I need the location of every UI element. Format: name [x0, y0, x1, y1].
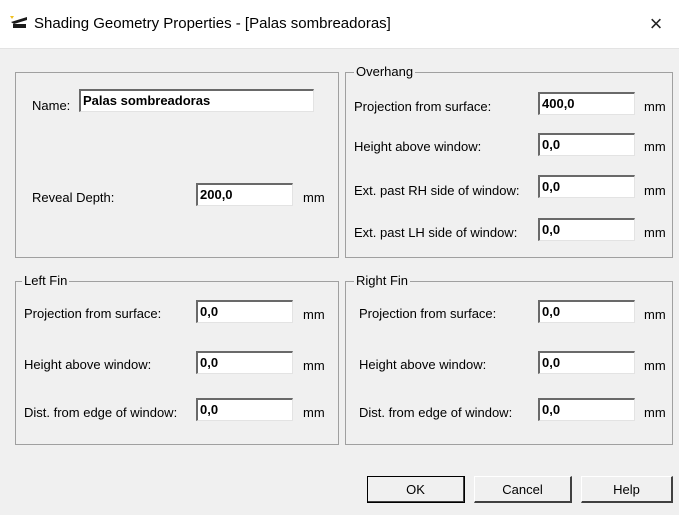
- reveal-depth-unit: mm: [303, 190, 325, 205]
- left-fin-dist-field[interactable]: 0,0: [196, 398, 293, 421]
- left-fin-projection-unit: mm: [303, 307, 325, 322]
- right-fin-projection-label: Projection from surface:: [359, 306, 497, 321]
- overhang-height-label: Height above window:: [354, 139, 482, 154]
- close-icon: ×: [649, 11, 663, 36]
- left-fin-projection-label: Projection from surface:: [24, 306, 162, 321]
- close-button[interactable]: ×: [636, 8, 676, 40]
- left-fin-legend: Left Fin: [22, 273, 70, 289]
- title-bar[interactable]: Shading Geometry Properties - [Palas som…: [0, 0, 679, 49]
- overhang-ext-rh-unit: mm: [644, 183, 666, 198]
- overhang-ext-rh-label: Ext. past RH side of window:: [354, 183, 520, 198]
- shading-app-icon: [10, 16, 28, 30]
- reveal-depth-label: Reveal Depth:: [32, 190, 115, 205]
- left-fin-dist-unit: mm: [303, 405, 325, 420]
- right-fin-height-unit: mm: [644, 358, 666, 373]
- right-fin-projection-unit: mm: [644, 307, 666, 322]
- overhang-projection-field[interactable]: 400,0: [538, 92, 635, 115]
- overhang-legend: Overhang: [354, 64, 416, 80]
- ok-button[interactable]: OK: [367, 476, 465, 503]
- overhang-ext-rh-field[interactable]: 0,0: [538, 175, 635, 198]
- overhang-projection-label: Projection from surface:: [354, 99, 492, 114]
- overhang-group: Overhang Projection from surface: 400,0 …: [345, 64, 673, 258]
- overhang-ext-lh-unit: mm: [644, 225, 666, 240]
- right-fin-height-field[interactable]: 0,0: [538, 351, 635, 374]
- right-fin-dist-label: Dist. from edge of window:: [359, 405, 513, 420]
- cancel-button[interactable]: Cancel: [474, 476, 572, 503]
- right-fin-group: Right Fin Projection from surface: 0,0 m…: [345, 273, 673, 445]
- help-button[interactable]: Help: [581, 476, 673, 503]
- name-field[interactable]: Palas sombreadoras: [79, 89, 314, 112]
- left-fin-projection-field[interactable]: 0,0: [196, 300, 293, 323]
- right-fin-height-label: Height above window:: [359, 357, 487, 372]
- left-fin-dist-label: Dist. from edge of window:: [24, 405, 178, 420]
- reveal-depth-field[interactable]: 200,0: [196, 183, 293, 206]
- cancel-button-label: Cancel: [502, 481, 543, 497]
- overhang-projection-unit: mm: [644, 99, 666, 114]
- right-fin-projection-field[interactable]: 0,0: [538, 300, 635, 323]
- overhang-ext-lh-label: Ext. past LH side of window:: [354, 225, 518, 240]
- window-title: Shading Geometry Properties - [Palas som…: [34, 15, 391, 32]
- left-fin-group: Left Fin Projection from surface: 0,0 mm…: [15, 273, 339, 445]
- left-fin-height-field[interactable]: 0,0: [196, 351, 293, 374]
- overhang-height-field[interactable]: 0,0: [538, 133, 635, 156]
- overhang-ext-lh-field[interactable]: 0,0: [538, 218, 635, 241]
- ok-button-label: OK: [406, 481, 425, 497]
- left-fin-height-label: Height above window:: [24, 357, 152, 372]
- help-button-label: Help: [613, 481, 640, 497]
- name-label: Name:: [32, 98, 71, 113]
- right-fin-dist-field[interactable]: 0,0: [538, 398, 635, 421]
- dialog-window: Shading Geometry Properties - [Palas som…: [0, 0, 679, 515]
- overhang-height-unit: mm: [644, 139, 666, 154]
- left-fin-height-unit: mm: [303, 358, 325, 373]
- right-fin-dist-unit: mm: [644, 405, 666, 420]
- general-group: Name: Palas sombreadoras Reveal Depth: 2…: [15, 72, 339, 258]
- right-fin-legend: Right Fin: [354, 273, 411, 289]
